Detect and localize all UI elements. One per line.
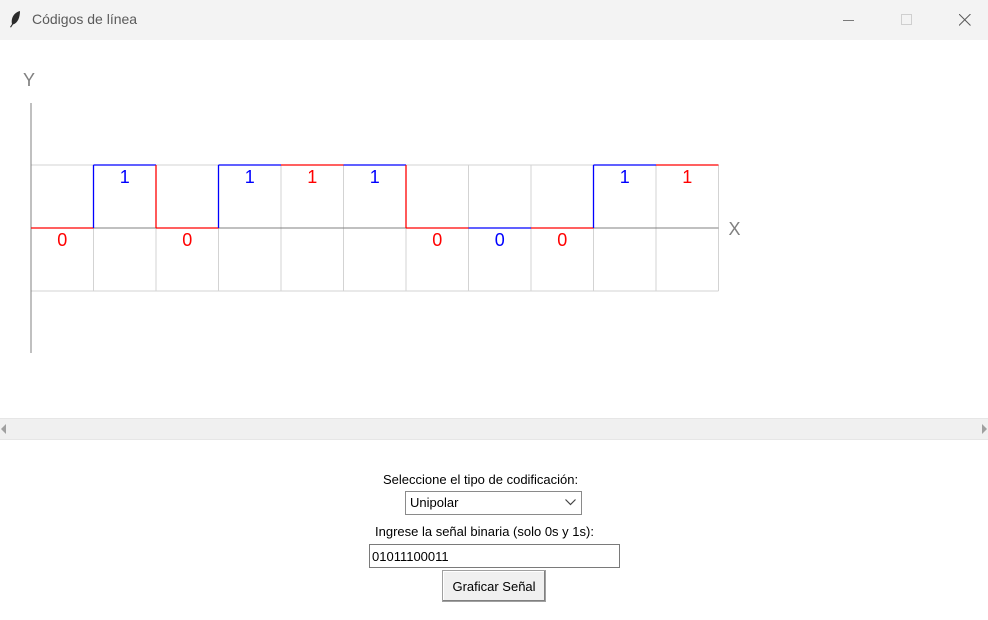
controls-panel: Seleccione el tipo de codificación: Unip… — [0, 440, 988, 620]
title-bar: Códigos de línea — [0, 0, 988, 40]
bit-label: 0 — [495, 230, 505, 250]
bit-label: 1 — [620, 167, 630, 187]
signal-chart: Y X 0 1 0 1 1 1 0 0 0 1 1 — [23, 70, 741, 353]
bit-label: 1 — [245, 167, 255, 187]
minimize-button[interactable] — [826, 0, 872, 40]
bit-label: 0 — [182, 230, 192, 250]
signal-input[interactable] — [369, 544, 620, 568]
scroll-right-icon[interactable] — [982, 424, 987, 434]
signal-label: Ingrese la señal binaria (solo 0s y 1s): — [375, 524, 594, 539]
plot-canvas: Y X 0 1 0 1 1 1 0 0 0 1 1 — [0, 40, 988, 418]
close-button[interactable] — [942, 0, 988, 40]
plot-button[interactable]: Graficar Señal — [442, 570, 546, 602]
bit-label: 1 — [682, 167, 692, 187]
maximize-button[interactable] — [884, 0, 930, 40]
encoding-selected-value: Unipolar — [410, 495, 459, 510]
scroll-left-icon[interactable] — [1, 424, 6, 434]
horizontal-scrollbar[interactable] — [0, 418, 988, 440]
minimize-icon — [843, 20, 854, 21]
encoding-label: Seleccione el tipo de codificación: — [383, 472, 579, 487]
y-axis-label: Y — [23, 70, 35, 90]
window-title: Códigos de línea — [32, 11, 138, 27]
chevron-down-icon — [565, 499, 576, 506]
bit-label: 1 — [370, 167, 380, 187]
feather-icon — [10, 11, 20, 28]
bit-label: 0 — [557, 230, 567, 250]
bit-label: 1 — [120, 167, 130, 187]
bit-label: 1 — [307, 167, 317, 187]
maximize-icon — [901, 14, 912, 25]
close-icon — [959, 14, 971, 26]
bit-label: 0 — [432, 230, 442, 250]
encoding-select[interactable]: Unipolar — [405, 491, 582, 515]
x-axis-label: X — [729, 219, 741, 239]
bit-label: 0 — [57, 230, 67, 250]
